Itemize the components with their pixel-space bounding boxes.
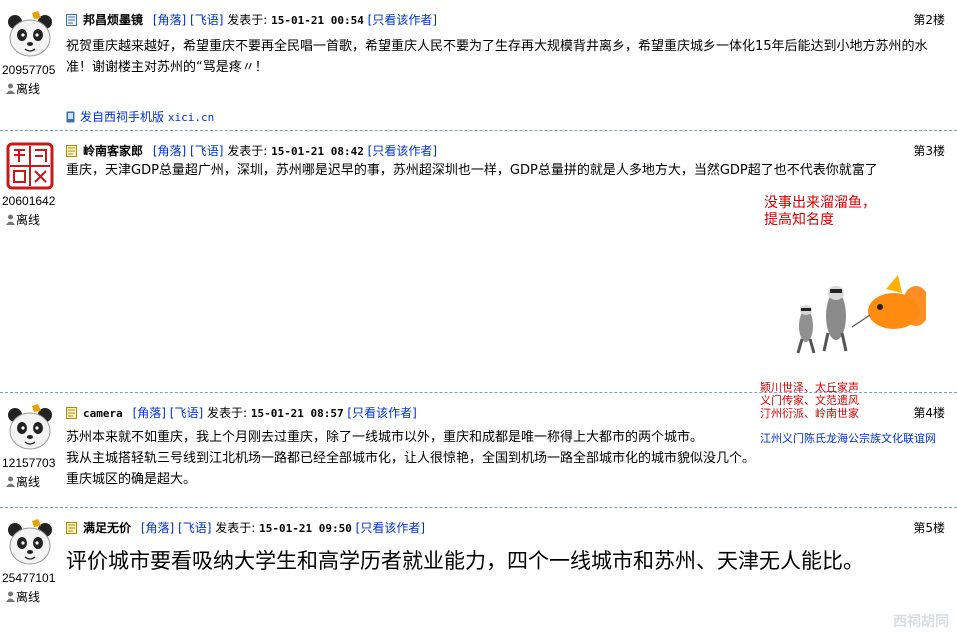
post-floor-5: 25477101 离线 满足无价 [角落] [飞语] 发表于: 15-01-21… [0,508,957,633]
post-content: 祝贺重庆越来越好，希望重庆不要再全民唱一首歌，希望重庆人民不要为了生存再大规模背… [66,39,928,75]
panda-avatar[interactable] [5,10,55,60]
post-content: 重庆，天津GDP总量超广州，深圳，苏州哪是迟早的事，苏州超深圳也一样，GDP总量… [66,163,878,178]
panda-avatar[interactable] [5,403,55,453]
online-status: 离线 [6,80,40,97]
mobile-phone-icon [66,111,75,123]
feiyu-link[interactable]: [飞语] [170,406,203,420]
user-id: 25477101 [2,571,56,585]
corner-link[interactable]: [角落] [153,144,186,158]
post-floor-2: 20957705 离线 邦昌烦墨镜 [角落] [飞语] 发表于: 15-01-2… [0,0,957,131]
corner-link[interactable]: [角落] [153,13,186,27]
corner-link[interactable]: [角落] [133,406,166,420]
post-time: 15-01-21 08:42 [271,145,364,158]
document-icon [66,14,77,26]
post-header: 岭南客家郎 [角落] [飞语] 发表于: 15-01-21 08:42 [只看该… [66,142,951,158]
site-watermark: 西祠胡同 [893,614,949,630]
mobile-source-text[interactable]: 发自西祠手机版 [80,110,164,124]
user-id: 20601642 [2,194,56,208]
only-author-link[interactable]: [只看该作者] [356,521,425,535]
signature-slogan: 没事出来溜溜鱼， 提高知名度 [764,195,876,228]
user-id: 20957705 [2,63,56,77]
feiyu-link[interactable]: [飞语] [190,13,223,27]
content-line: 重庆城区的确是超大。 [66,472,197,487]
post-header: 满足无价 [角落] [飞语] 发表于: 15-01-21 09:50 [只看该作… [66,519,951,535]
username[interactable]: camera [83,407,123,420]
mobile-source-domain[interactable]: xici.cn [168,111,214,124]
person-icon [6,214,15,225]
username[interactable]: 满足无价 [83,521,131,535]
document-icon [66,145,77,157]
username[interactable]: 邦昌烦墨镜 [83,13,143,27]
person-icon [6,83,15,94]
post-time: 15-01-21 00:54 [271,14,364,27]
content-line: 苏州本来就不如重庆，我上个月刚去过重庆，除了一线城市以外，重庆和成都是唯一称得上… [66,430,704,445]
feiyu-link[interactable]: [飞语] [178,521,211,535]
corner-link[interactable]: [角落] [141,521,174,535]
post-header: 邦昌烦墨镜 [角落] [飞语] 发表于: 15-01-21 00:54 [只看该… [66,11,951,27]
post-floor-3: 20601642 离线 岭南客家郎 [角落] [飞语] 发表于: 15-01-2… [0,131,957,445]
post-header: camera [角落] [飞语] 发表于: 15-01-21 08:57 [只看… [66,404,951,420]
person-icon [6,476,15,487]
posted-at-label: 发表于: [227,144,268,158]
online-status: 离线 [6,473,40,490]
post-content: 评价城市要看吸纳大学生和高学历者就业能力，四个一线城市和苏州、天津无人能比。 [66,549,864,573]
only-author-link[interactable]: [只看该作者] [347,406,416,420]
posted-at-label: 发表于: [215,521,256,535]
post-time: 15-01-21 08:57 [250,407,344,420]
floor-number: 第4楼 [913,406,945,420]
posted-at-label: 发表于: [227,13,268,27]
only-author-link[interactable]: [只看该作者] [368,13,437,27]
signature-block: 没事出来溜溜鱼， 提高知名度 颍川世泽、太丘家声 义门传家、文范遗风 汀州衍派、… [756,191,952,445]
status-label: 离线 [16,590,41,604]
raccoon-fish-image [796,275,926,354]
person-icon [6,591,15,602]
post-floor-4: 12157703 离线 camera [角落] [飞语] 发表于: 15-01-… [0,393,957,508]
online-status: 离线 [6,211,40,228]
status-label: 离线 [16,82,41,96]
online-status: 离线 [6,588,40,605]
status-label: 离线 [16,475,41,489]
panda-avatar[interactable] [5,518,55,568]
red-seal-avatar[interactable] [5,141,55,191]
floor-number: 第5楼 [913,521,945,535]
floor-number: 第2楼 [913,13,945,27]
status-label: 离线 [16,213,41,227]
posted-at-label: 发表于: [206,406,248,420]
user-id: 12157703 [2,456,56,470]
content-line: 我从主城搭轻轨三号线到江北机场一路都已经全部城市化，让人很惊艳，全国到机场一路全… [66,451,756,466]
feiyu-link[interactable]: [飞语] [190,144,223,158]
post-content: 苏州本来就不如重庆，我上个月刚去过重庆，除了一线城市以外，重庆和成都是唯一称得上… [66,427,949,490]
post-time: 15-01-21 09:50 [259,522,352,535]
document-icon [66,522,77,534]
floor-number: 第3楼 [913,144,945,158]
document-icon [66,407,77,419]
only-author-link[interactable]: [只看该作者] [368,144,437,158]
username[interactable]: 岭南客家郎 [83,144,143,158]
mobile-source[interactable]: 发自西祠手机版 xici.cn [66,108,214,125]
